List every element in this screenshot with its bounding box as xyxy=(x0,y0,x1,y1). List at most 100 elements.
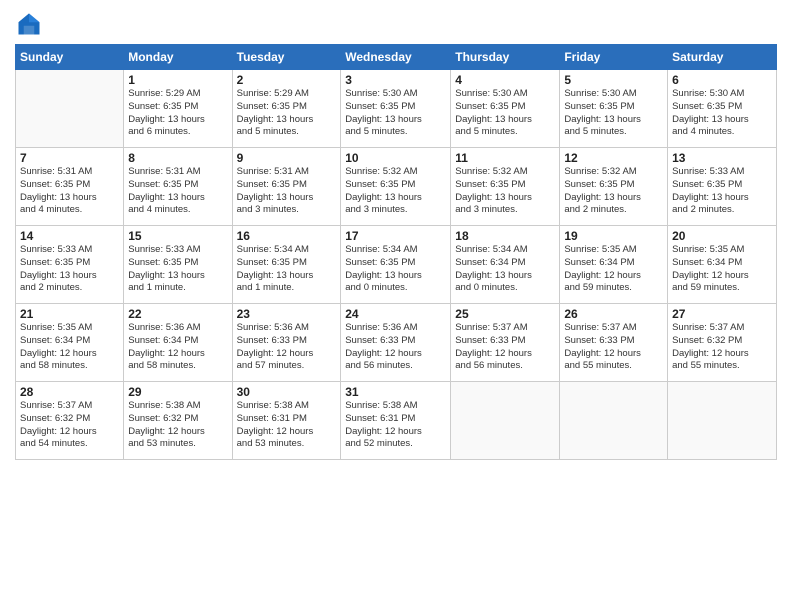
col-tuesday: Tuesday xyxy=(232,45,341,70)
day-info: Sunrise: 5:38 AMSunset: 6:32 PMDaylight:… xyxy=(128,400,227,451)
week-row-1: 1Sunrise: 5:29 AMSunset: 6:35 PMDaylight… xyxy=(16,70,777,148)
day-info: Sunrise: 5:33 AMSunset: 6:35 PMDaylight:… xyxy=(672,166,772,217)
calendar-header-row: Sunday Monday Tuesday Wednesday Thursday… xyxy=(16,45,777,70)
day-number: 25 xyxy=(455,307,555,321)
cell-week3-day2: 16Sunrise: 5:34 AMSunset: 6:35 PMDayligh… xyxy=(232,226,341,304)
header xyxy=(15,10,777,38)
day-info: Sunrise: 5:32 AMSunset: 6:35 PMDaylight:… xyxy=(564,166,663,217)
day-info: Sunrise: 5:29 AMSunset: 6:35 PMDaylight:… xyxy=(237,88,337,139)
day-number: 15 xyxy=(128,229,227,243)
day-info: Sunrise: 5:33 AMSunset: 6:35 PMDaylight:… xyxy=(20,244,119,295)
cell-week1-day3: 3Sunrise: 5:30 AMSunset: 6:35 PMDaylight… xyxy=(341,70,451,148)
cell-week1-day2: 2Sunrise: 5:29 AMSunset: 6:35 PMDaylight… xyxy=(232,70,341,148)
cell-week1-day6: 6Sunrise: 5:30 AMSunset: 6:35 PMDaylight… xyxy=(668,70,777,148)
day-number: 16 xyxy=(237,229,337,243)
page: Sunday Monday Tuesday Wednesday Thursday… xyxy=(0,0,792,612)
day-number: 7 xyxy=(20,151,119,165)
day-info: Sunrise: 5:31 AMSunset: 6:35 PMDaylight:… xyxy=(237,166,337,217)
day-number: 12 xyxy=(564,151,663,165)
day-number: 3 xyxy=(345,73,446,87)
cell-week1-day1: 1Sunrise: 5:29 AMSunset: 6:35 PMDaylight… xyxy=(124,70,232,148)
day-number: 31 xyxy=(345,385,446,399)
day-number: 22 xyxy=(128,307,227,321)
day-info: Sunrise: 5:37 AMSunset: 6:33 PMDaylight:… xyxy=(564,322,663,373)
day-number: 9 xyxy=(237,151,337,165)
day-number: 5 xyxy=(564,73,663,87)
day-number: 23 xyxy=(237,307,337,321)
col-thursday: Thursday xyxy=(451,45,560,70)
day-number: 27 xyxy=(672,307,772,321)
day-number: 1 xyxy=(128,73,227,87)
col-wednesday: Wednesday xyxy=(341,45,451,70)
cell-week3-day5: 19Sunrise: 5:35 AMSunset: 6:34 PMDayligh… xyxy=(560,226,668,304)
cell-week4-day3: 24Sunrise: 5:36 AMSunset: 6:33 PMDayligh… xyxy=(341,304,451,382)
day-info: Sunrise: 5:37 AMSunset: 6:32 PMDaylight:… xyxy=(20,400,119,451)
day-info: Sunrise: 5:29 AMSunset: 6:35 PMDaylight:… xyxy=(128,88,227,139)
day-info: Sunrise: 5:30 AMSunset: 6:35 PMDaylight:… xyxy=(564,88,663,139)
cell-week4-day6: 27Sunrise: 5:37 AMSunset: 6:32 PMDayligh… xyxy=(668,304,777,382)
cell-week2-day6: 13Sunrise: 5:33 AMSunset: 6:35 PMDayligh… xyxy=(668,148,777,226)
week-row-5: 28Sunrise: 5:37 AMSunset: 6:32 PMDayligh… xyxy=(16,382,777,460)
cell-week1-day5: 5Sunrise: 5:30 AMSunset: 6:35 PMDaylight… xyxy=(560,70,668,148)
day-info: Sunrise: 5:32 AMSunset: 6:35 PMDaylight:… xyxy=(455,166,555,217)
cell-week2-day1: 8Sunrise: 5:31 AMSunset: 6:35 PMDaylight… xyxy=(124,148,232,226)
cell-week3-day6: 20Sunrise: 5:35 AMSunset: 6:34 PMDayligh… xyxy=(668,226,777,304)
day-number: 19 xyxy=(564,229,663,243)
col-monday: Monday xyxy=(124,45,232,70)
day-info: Sunrise: 5:34 AMSunset: 6:35 PMDaylight:… xyxy=(237,244,337,295)
logo-icon xyxy=(15,10,43,38)
cell-week1-day4: 4Sunrise: 5:30 AMSunset: 6:35 PMDaylight… xyxy=(451,70,560,148)
cell-week5-day4 xyxy=(451,382,560,460)
day-info: Sunrise: 5:34 AMSunset: 6:35 PMDaylight:… xyxy=(345,244,446,295)
day-number: 30 xyxy=(237,385,337,399)
day-info: Sunrise: 5:38 AMSunset: 6:31 PMDaylight:… xyxy=(237,400,337,451)
cell-week4-day5: 26Sunrise: 5:37 AMSunset: 6:33 PMDayligh… xyxy=(560,304,668,382)
day-info: Sunrise: 5:35 AMSunset: 6:34 PMDaylight:… xyxy=(672,244,772,295)
cell-week2-day0: 7Sunrise: 5:31 AMSunset: 6:35 PMDaylight… xyxy=(16,148,124,226)
cell-week2-day2: 9Sunrise: 5:31 AMSunset: 6:35 PMDaylight… xyxy=(232,148,341,226)
day-info: Sunrise: 5:33 AMSunset: 6:35 PMDaylight:… xyxy=(128,244,227,295)
day-number: 13 xyxy=(672,151,772,165)
cell-week4-day2: 23Sunrise: 5:36 AMSunset: 6:33 PMDayligh… xyxy=(232,304,341,382)
calendar-table: Sunday Monday Tuesday Wednesday Thursday… xyxy=(15,44,777,460)
cell-week2-day3: 10Sunrise: 5:32 AMSunset: 6:35 PMDayligh… xyxy=(341,148,451,226)
cell-week1-day0 xyxy=(16,70,124,148)
day-info: Sunrise: 5:35 AMSunset: 6:34 PMDaylight:… xyxy=(20,322,119,373)
logo xyxy=(15,10,47,38)
day-number: 29 xyxy=(128,385,227,399)
day-info: Sunrise: 5:36 AMSunset: 6:33 PMDaylight:… xyxy=(345,322,446,373)
cell-week5-day0: 28Sunrise: 5:37 AMSunset: 6:32 PMDayligh… xyxy=(16,382,124,460)
cell-week4-day0: 21Sunrise: 5:35 AMSunset: 6:34 PMDayligh… xyxy=(16,304,124,382)
cell-week5-day2: 30Sunrise: 5:38 AMSunset: 6:31 PMDayligh… xyxy=(232,382,341,460)
cell-week3-day1: 15Sunrise: 5:33 AMSunset: 6:35 PMDayligh… xyxy=(124,226,232,304)
day-number: 4 xyxy=(455,73,555,87)
cell-week5-day3: 31Sunrise: 5:38 AMSunset: 6:31 PMDayligh… xyxy=(341,382,451,460)
cell-week3-day0: 14Sunrise: 5:33 AMSunset: 6:35 PMDayligh… xyxy=(16,226,124,304)
day-info: Sunrise: 5:37 AMSunset: 6:33 PMDaylight:… xyxy=(455,322,555,373)
day-info: Sunrise: 5:37 AMSunset: 6:32 PMDaylight:… xyxy=(672,322,772,373)
cell-week5-day6 xyxy=(668,382,777,460)
cell-week5-day1: 29Sunrise: 5:38 AMSunset: 6:32 PMDayligh… xyxy=(124,382,232,460)
day-info: Sunrise: 5:35 AMSunset: 6:34 PMDaylight:… xyxy=(564,244,663,295)
day-number: 21 xyxy=(20,307,119,321)
day-info: Sunrise: 5:30 AMSunset: 6:35 PMDaylight:… xyxy=(455,88,555,139)
week-row-4: 21Sunrise: 5:35 AMSunset: 6:34 PMDayligh… xyxy=(16,304,777,382)
cell-week3-day3: 17Sunrise: 5:34 AMSunset: 6:35 PMDayligh… xyxy=(341,226,451,304)
day-number: 26 xyxy=(564,307,663,321)
cell-week3-day4: 18Sunrise: 5:34 AMSunset: 6:34 PMDayligh… xyxy=(451,226,560,304)
cell-week5-day5 xyxy=(560,382,668,460)
day-number: 6 xyxy=(672,73,772,87)
day-info: Sunrise: 5:30 AMSunset: 6:35 PMDaylight:… xyxy=(345,88,446,139)
day-number: 14 xyxy=(20,229,119,243)
cell-week4-day4: 25Sunrise: 5:37 AMSunset: 6:33 PMDayligh… xyxy=(451,304,560,382)
day-number: 18 xyxy=(455,229,555,243)
day-info: Sunrise: 5:34 AMSunset: 6:34 PMDaylight:… xyxy=(455,244,555,295)
day-info: Sunrise: 5:31 AMSunset: 6:35 PMDaylight:… xyxy=(128,166,227,217)
day-info: Sunrise: 5:36 AMSunset: 6:34 PMDaylight:… xyxy=(128,322,227,373)
day-number: 17 xyxy=(345,229,446,243)
day-info: Sunrise: 5:36 AMSunset: 6:33 PMDaylight:… xyxy=(237,322,337,373)
day-number: 10 xyxy=(345,151,446,165)
col-friday: Friday xyxy=(560,45,668,70)
week-row-2: 7 Sunrise: 5:31 AMSunset: 6:35 PMDaylight… xyxy=(16,148,777,226)
col-sunday: Sunday xyxy=(16,45,124,70)
